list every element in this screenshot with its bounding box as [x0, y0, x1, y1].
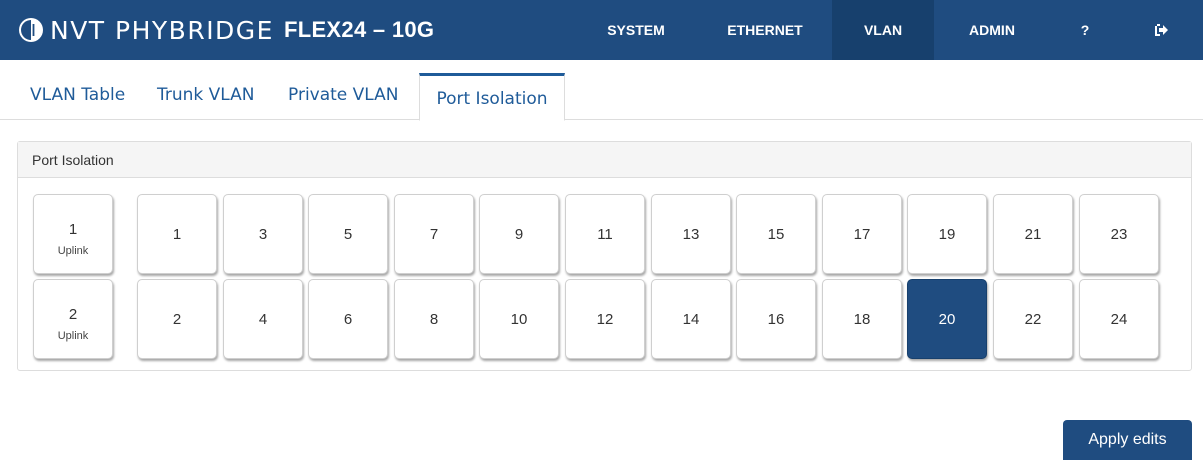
port-isolation-panel: Port Isolation 1 Uplink 2 Uplink 1 3 5 7 9 11 13 15…	[17, 141, 1192, 371]
brand-model: FLEX24 – 10G	[283, 17, 435, 42]
port-number: 3	[258, 225, 268, 243]
tab-vlan-table[interactable]: VLAN Table	[30, 85, 125, 105]
nav-logout[interactable]	[1120, 0, 1203, 60]
nav-ethernet[interactable]: ETHERNET	[698, 0, 832, 60]
panel-heading: Port Isolation	[18, 142, 1191, 178]
port-number: 20	[938, 310, 956, 328]
port-button[interactable]: 2	[137, 279, 217, 359]
port-number: 1	[172, 225, 182, 243]
port-number: 21	[1024, 225, 1042, 243]
port-number: 10	[510, 310, 528, 328]
port-number: 14	[682, 310, 700, 328]
apply-edits-button[interactable]: Apply edits	[1063, 420, 1192, 460]
port-number: 2	[172, 310, 182, 328]
port-button[interactable]: 4	[223, 279, 303, 359]
brand-name: NVT PHYBRIDGE	[50, 15, 274, 45]
port-button[interactable]: 19	[907, 194, 987, 274]
uplink-label: Uplink	[57, 329, 89, 342]
uplink-port-button[interactable]: 2 Uplink	[33, 279, 113, 359]
port-button[interactable]: 11	[565, 194, 645, 274]
nav-vlan[interactable]: VLAN	[832, 0, 934, 60]
nav-admin[interactable]: ADMIN	[934, 0, 1050, 60]
uplink-label: Uplink	[57, 244, 89, 257]
tab-trunk-vlan[interactable]: Trunk VLAN	[157, 85, 255, 105]
port-number: 12	[596, 310, 614, 328]
port-number: 5	[343, 225, 353, 243]
tab-private-vlan[interactable]: Private VLAN	[288, 85, 399, 105]
port-button[interactable]: 13	[651, 194, 731, 274]
port-button[interactable]: 1	[137, 194, 217, 274]
port-button[interactable]: 9	[479, 194, 559, 274]
port-number: 24	[1110, 310, 1128, 328]
port-button[interactable]: 22	[993, 279, 1073, 359]
port-number: 16	[767, 310, 785, 328]
port-number: 15	[767, 225, 785, 243]
sign-out-icon	[1155, 22, 1168, 38]
port-button[interactable]: 15	[736, 194, 816, 274]
port-button[interactable]: 12	[565, 279, 645, 359]
brand[interactable]: NVT PHYBRIDGE FLEX24 – 10G	[18, 0, 434, 60]
uplink-port-button[interactable]: 1 Uplink	[33, 194, 113, 274]
nvt-phybridge-logo-icon	[18, 17, 44, 43]
port-button[interactable]: 17	[822, 194, 902, 274]
port-button[interactable]: 5	[308, 194, 388, 274]
port-button[interactable]: 16	[736, 279, 816, 359]
port-button[interactable]: 8	[394, 279, 474, 359]
nav-help[interactable]: ?	[1050, 0, 1120, 60]
port-button[interactable]: 20	[907, 279, 987, 359]
vlan-tabs: VLAN Table Trunk VLAN Private VLAN Port …	[0, 60, 1203, 121]
port-number: 22	[1024, 310, 1042, 328]
tab-port-isolation[interactable]: Port Isolation	[419, 73, 565, 121]
port-button[interactable]: 23	[1079, 194, 1159, 274]
port-number: 6	[343, 310, 353, 328]
top-navbar: NVT PHYBRIDGE FLEX24 – 10G SYSTEM ETHERN…	[0, 0, 1203, 60]
port-button[interactable]: 3	[223, 194, 303, 274]
port-button[interactable]: 14	[651, 279, 731, 359]
port-number: 17	[853, 225, 871, 243]
port-number: 18	[853, 310, 871, 328]
port-number: 7	[429, 225, 439, 243]
port-button[interactable]: 6	[308, 279, 388, 359]
port-number: 9	[514, 225, 524, 243]
port-number: 23	[1110, 225, 1128, 243]
port-button[interactable]: 10	[479, 279, 559, 359]
port-number: 19	[938, 225, 956, 243]
uplink-port-number: 1	[68, 220, 78, 238]
port-number: 13	[682, 225, 700, 243]
nav-system[interactable]: SYSTEM	[574, 0, 698, 60]
port-number: 8	[429, 310, 439, 328]
port-button[interactable]: 24	[1079, 279, 1159, 359]
port-button[interactable]: 21	[993, 194, 1073, 274]
port-button[interactable]: 18	[822, 279, 902, 359]
port-button[interactable]: 7	[394, 194, 474, 274]
port-number: 4	[258, 310, 268, 328]
uplink-port-number: 2	[68, 305, 78, 323]
port-number: 11	[597, 225, 613, 243]
